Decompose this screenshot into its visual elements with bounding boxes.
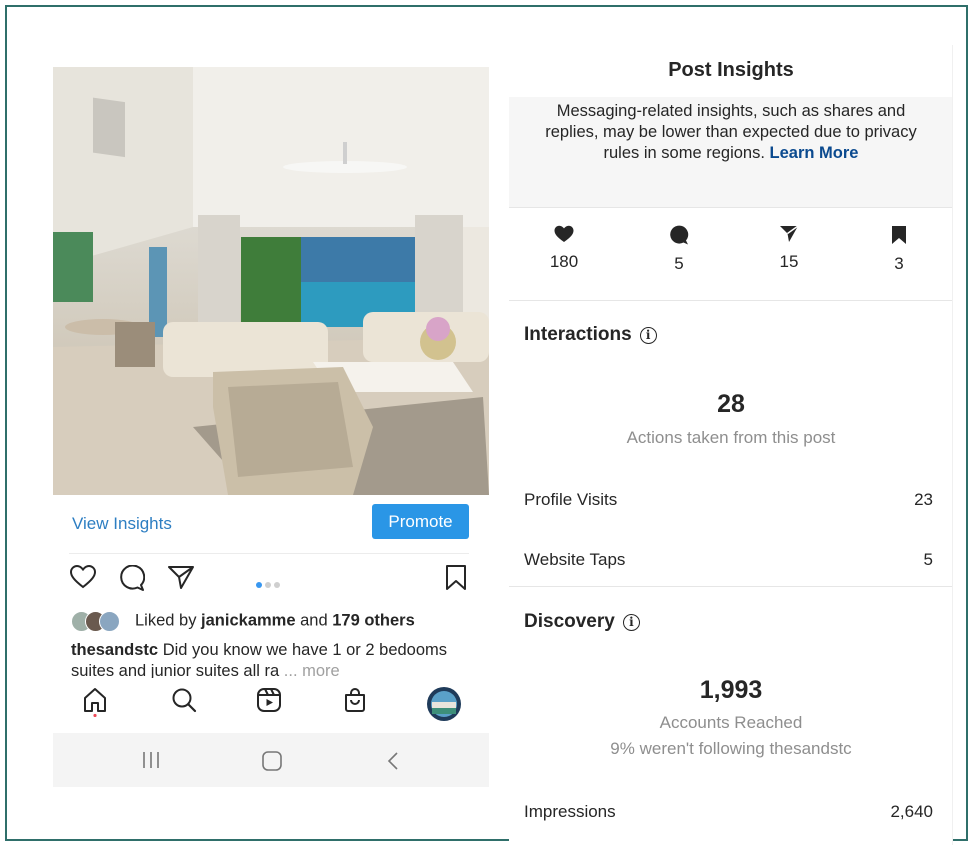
interactions-heading: Interactions i xyxy=(524,324,657,346)
promote-button[interactable]: Promote xyxy=(372,504,469,539)
stat-value: 3 xyxy=(894,254,904,273)
interactions-total-label: Actions taken from this post xyxy=(626,428,836,447)
page-title: Post Insights xyxy=(668,59,794,81)
bookmark-icon[interactable] xyxy=(445,565,467,596)
bookmark-icon xyxy=(892,226,906,244)
system-nav-bar xyxy=(53,733,489,787)
liker-avatars xyxy=(71,611,131,632)
discovery-total: 1,993 xyxy=(699,676,763,704)
metric-label: Impressions xyxy=(524,802,616,821)
metric-value: 5 xyxy=(923,550,933,569)
metric-label: Website Taps xyxy=(524,550,626,569)
discovery-sub-label: 9% weren't following thesandstc xyxy=(610,739,852,758)
post-panel: View Insights Promote Liked by janickamm… xyxy=(53,67,489,787)
recents-icon[interactable] xyxy=(141,751,161,774)
notice-text: Messaging-related insights, such as shar… xyxy=(545,102,917,162)
stat-likes: 180 xyxy=(524,225,604,272)
post-actions xyxy=(53,561,489,599)
discovery-heading: Discovery i xyxy=(524,611,640,633)
divider xyxy=(509,586,953,587)
learn-more-link[interactable]: Learn More xyxy=(770,144,859,162)
bottom-tab-bar xyxy=(53,679,489,731)
comment-icon xyxy=(670,225,689,245)
stat-comments: 5 xyxy=(639,225,719,274)
caption-more-link[interactable]: ... more xyxy=(284,662,340,678)
panel-edge xyxy=(952,45,953,845)
heart-icon xyxy=(554,225,574,242)
divider xyxy=(509,300,953,301)
home-button-icon[interactable] xyxy=(261,751,283,776)
divider xyxy=(509,207,953,208)
room-illustration xyxy=(53,67,489,495)
carousel-indicator xyxy=(256,575,283,593)
stat-value: 15 xyxy=(779,252,799,271)
info-icon[interactable]: i xyxy=(622,613,640,631)
stat-value: 5 xyxy=(674,254,684,273)
comment-icon[interactable] xyxy=(119,564,146,596)
caption-username[interactable]: thesandstc xyxy=(71,641,158,659)
stat-value: 180 xyxy=(549,252,579,271)
share-icon[interactable] xyxy=(168,565,194,594)
home-icon[interactable] xyxy=(83,687,107,722)
liked-by-others[interactable]: 179 others xyxy=(332,611,415,629)
post-caption: thesandstc Did you know we have 1 or 2 b… xyxy=(71,640,471,678)
divider xyxy=(69,553,469,554)
shop-icon[interactable] xyxy=(342,687,368,718)
liked-by-prefix: Liked by xyxy=(135,611,202,630)
liked-by-mid: and xyxy=(295,611,333,630)
section-title: Discovery xyxy=(524,611,615,632)
section-title: Interactions xyxy=(524,324,632,345)
interactions-total: 28 xyxy=(717,390,745,418)
back-icon[interactable] xyxy=(386,751,400,776)
view-insights-link[interactable]: View Insights xyxy=(72,514,172,534)
discovery-total-label: Accounts Reached xyxy=(659,713,803,732)
insights-row: View Insights Promote xyxy=(53,495,489,552)
likes-line: Liked by janickamme and 179 others xyxy=(71,611,415,632)
insights-panel: Post Insights Messaging-related insights… xyxy=(509,45,953,845)
post-photo[interactable] xyxy=(53,67,489,495)
heart-icon[interactable] xyxy=(69,564,97,594)
info-icon[interactable]: i xyxy=(639,326,657,344)
privacy-notice: Messaging-related insights, such as shar… xyxy=(509,97,953,207)
share-icon xyxy=(780,225,799,242)
search-icon[interactable] xyxy=(171,687,197,718)
metric-label: Profile Visits xyxy=(524,490,618,509)
metric-value: 2,640 xyxy=(890,802,933,821)
stat-shares: 15 xyxy=(749,225,829,272)
reels-icon[interactable] xyxy=(256,687,282,718)
stat-saves: 3 xyxy=(859,225,939,274)
profile-avatar[interactable] xyxy=(426,686,462,727)
metric-value: 23 xyxy=(914,490,933,509)
liked-by-user[interactable]: janickamme xyxy=(201,611,295,629)
